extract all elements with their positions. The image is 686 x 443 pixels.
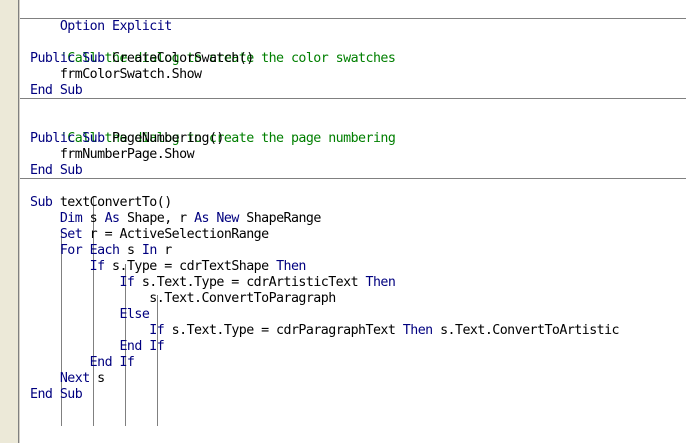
code-text: CreateColorSwatch() bbox=[104, 51, 254, 66]
code-text: s bbox=[89, 371, 105, 386]
keyword: End If bbox=[119, 339, 165, 354]
code-line-statement[interactable]: s.Text.ConvertToParagraph bbox=[30, 291, 336, 307]
code-line-else[interactable]: Else bbox=[30, 307, 149, 323]
keyword: Sub bbox=[30, 195, 53, 210]
code-line-comment[interactable]: 'Call the dialog to create the page numb… bbox=[30, 115, 396, 146]
keyword: Option Explicit bbox=[59, 19, 172, 34]
keyword: As bbox=[104, 211, 120, 226]
keyword: Then bbox=[402, 323, 433, 338]
code-text: textConvertTo() bbox=[52, 195, 172, 210]
code-line-next[interactable]: Next s bbox=[30, 371, 105, 387]
code-text: frmNumberPage.Show bbox=[30, 147, 195, 162]
keyword: In bbox=[141, 243, 157, 258]
keyword: End Sub bbox=[30, 163, 83, 178]
code-text: ShapeRange bbox=[238, 211, 321, 226]
code-line-statement[interactable]: frmColorSwatch.Show bbox=[30, 67, 202, 83]
indent-guide bbox=[157, 295, 158, 426]
keyword: Then bbox=[365, 275, 396, 290]
procedure-separator bbox=[20, 98, 686, 99]
code-text: s.Text.Type = cdrArtisticText bbox=[134, 275, 366, 290]
keyword: End If bbox=[89, 355, 135, 370]
keyword: Dim bbox=[59, 211, 83, 226]
code-line-statement[interactable]: frmNumberPage.Show bbox=[30, 147, 195, 163]
code-text: s.Text.ConvertToArtistic bbox=[432, 323, 620, 338]
code-text: PageNumbering() bbox=[104, 131, 224, 146]
keyword: Then bbox=[276, 259, 306, 274]
code-line-sub-declaration[interactable]: Sub textConvertTo() bbox=[30, 195, 172, 211]
margin-indicator-bar[interactable] bbox=[0, 0, 18, 443]
code-text: r bbox=[156, 243, 172, 258]
code-line-sub-declaration[interactable]: Public Sub PageNumbering() bbox=[30, 131, 224, 147]
code-editor[interactable]: Option Explicit 'Call the dialog to crea… bbox=[20, 0, 686, 443]
code-line-sub-declaration[interactable]: Public Sub CreateColorSwatch() bbox=[30, 51, 254, 67]
code-text: s bbox=[82, 211, 105, 226]
code-line-option[interactable]: Option Explicit bbox=[30, 3, 172, 34]
code-line-end-sub[interactable]: End Sub bbox=[30, 163, 83, 179]
code-line-set[interactable]: Set r = ActiveSelectionRange bbox=[30, 227, 269, 243]
keyword: As New bbox=[194, 211, 239, 226]
keyword: End Sub bbox=[30, 83, 83, 98]
keyword: If bbox=[89, 259, 105, 274]
keyword: Public Sub bbox=[30, 131, 105, 146]
code-line-end-sub[interactable]: End Sub bbox=[30, 83, 83, 99]
code-text: s.Text.Type = cdrParagraphText bbox=[164, 323, 403, 338]
keyword: Next bbox=[59, 371, 90, 386]
code-line-end-if[interactable]: End If bbox=[30, 339, 164, 355]
code-line-if[interactable]: If s.Type = cdrTextShape Then bbox=[30, 259, 307, 275]
keyword: If bbox=[149, 323, 165, 338]
keyword: Public Sub bbox=[30, 51, 105, 66]
code-line-dim[interactable]: Dim s As Shape, r As New ShapeRange bbox=[30, 211, 322, 227]
keyword: For Each bbox=[59, 243, 120, 258]
code-text: Shape, r bbox=[119, 211, 195, 226]
code-line-for-each[interactable]: For Each s In r bbox=[30, 243, 172, 259]
code-text: frmColorSwatch.Show bbox=[30, 67, 202, 82]
keyword: Set bbox=[59, 227, 83, 242]
keyword: End Sub bbox=[30, 387, 83, 402]
code-text: s.Type = cdrTextShape bbox=[104, 259, 277, 274]
keyword: If bbox=[119, 275, 135, 290]
code-line-comment[interactable]: 'Call the dialog to create the color swa… bbox=[30, 35, 396, 66]
code-line-end-if[interactable]: End If bbox=[30, 355, 135, 371]
code-line-if[interactable]: If s.Text.Type = cdrParagraphText Then s… bbox=[30, 323, 619, 339]
keyword: Else bbox=[119, 307, 150, 322]
code-line-if[interactable]: If s.Text.Type = cdrArtisticText Then bbox=[30, 275, 395, 291]
procedure-separator bbox=[20, 178, 686, 179]
code-text: r = ActiveSelectionRange bbox=[82, 227, 269, 242]
code-text: s.Text.ConvertToParagraph bbox=[30, 291, 336, 306]
code-text: s bbox=[119, 243, 142, 258]
code-line-end-sub[interactable]: End Sub bbox=[30, 387, 83, 403]
